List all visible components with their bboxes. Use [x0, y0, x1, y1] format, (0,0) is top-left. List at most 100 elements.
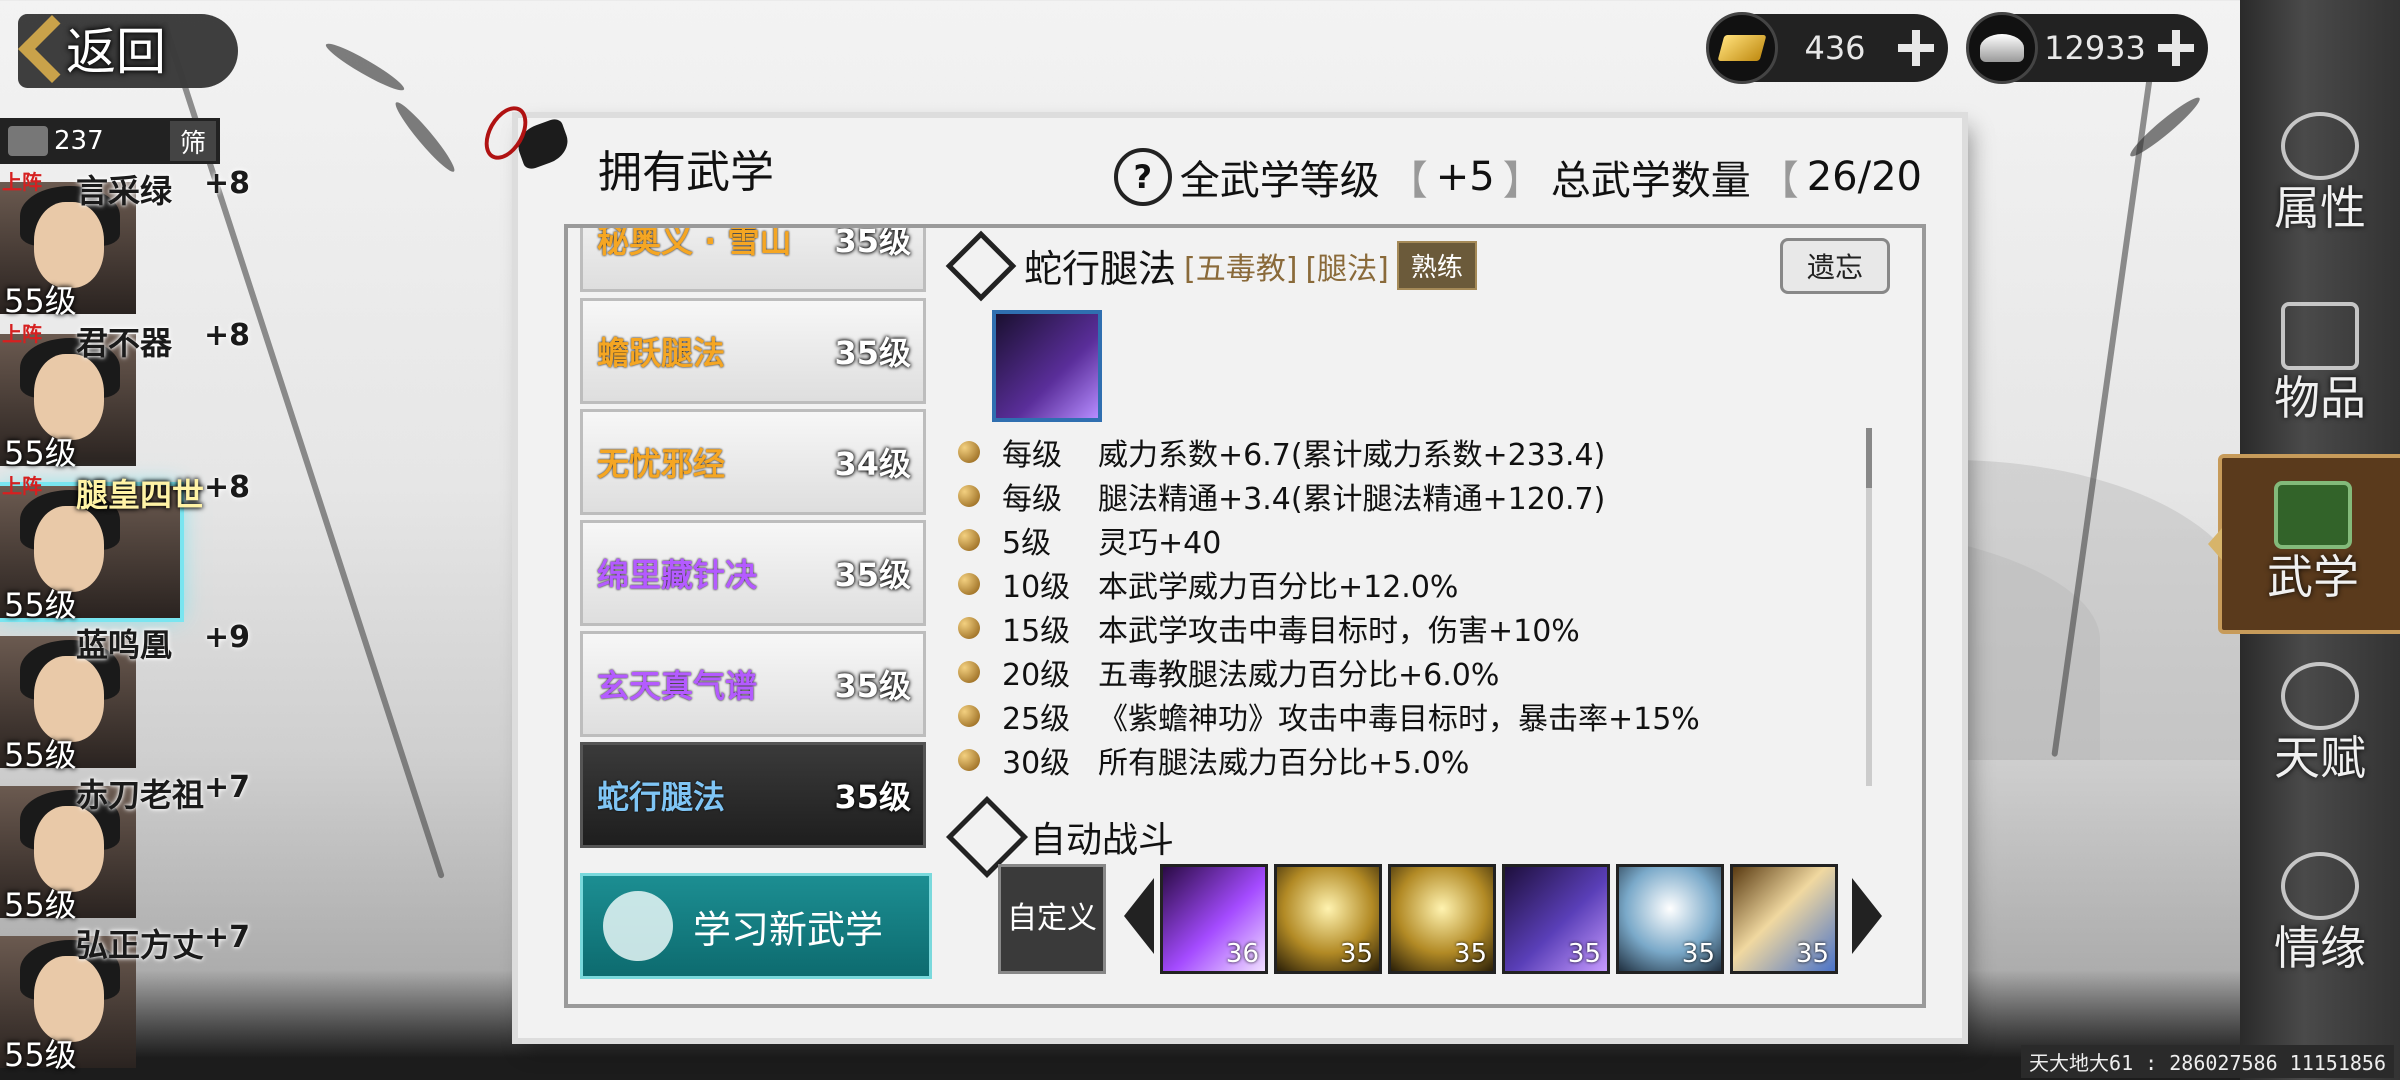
effect-level: 每级 — [1002, 482, 1062, 517]
skill-list-item[interactable]: 玄天真气谱 35级 — [580, 631, 926, 737]
hero-card[interactable]: 上阵 君不器 +8 55级 — [0, 318, 280, 472]
hero-level: 55级 — [4, 434, 77, 472]
customize-button[interactable]: 自定义 — [998, 864, 1106, 974]
nav-relations[interactable]: 情缘 — [2240, 840, 2400, 990]
auto-battle-title: 自动战斗 — [1030, 820, 1175, 861]
hero-count: 237 — [54, 126, 104, 156]
bullet-icon — [958, 749, 980, 771]
auto-skill-slot[interactable]: 35 — [1502, 864, 1610, 974]
auto-skill-slot[interactable]: 35 — [1730, 864, 1838, 974]
bullet-icon — [958, 529, 980, 551]
bullet-icon — [958, 661, 980, 683]
help-icon[interactable]: ? — [1113, 148, 1172, 206]
forget-skill-button[interactable]: 遗忘 — [1780, 238, 1890, 294]
skill-name: 蟾跃腿法 — [597, 334, 726, 372]
hero-card[interactable]: 弘正方丈 +7 55级 — [0, 920, 280, 1074]
effect-row: 25级 《紫蟾神功》攻击中毒目标时，暴击率+15% — [958, 694, 1878, 738]
skill-list[interactable]: 秘奥义 · 雪山 35级 蟾跃腿法 35级 无忧邪经 34级 绵里藏针决 35级… — [580, 228, 926, 868]
arrow-right-icon[interactable] — [1852, 878, 1882, 954]
effect-text: 五毒教腿法威力百分比+6.0% — [1098, 658, 1500, 693]
slot-level: 35 — [1795, 939, 1829, 969]
effect-row: 每级 腿法精通+3.4(累计腿法精通+120.7) — [958, 474, 1878, 518]
slot-level: 35 — [1681, 939, 1715, 969]
martial-arts-panel: 拥有武学 ? 全武学等级 【 +5 】 总武学数量 【 26/20 秘奥义 · … — [518, 118, 1962, 1038]
gold-value: 436 — [1804, 29, 1866, 67]
effect-text: 本武学攻击中毒目标时，伤害+10% — [1098, 614, 1580, 649]
proficiency-badge: 熟练 — [1396, 241, 1477, 290]
gold-currency: 436 — [1706, 12, 1948, 84]
nav-talents[interactable]: 天赋 — [2240, 650, 2400, 800]
effect-text: 威力系数+6.7(累计威力系数+233.4) — [1098, 438, 1606, 473]
nav-label: 武学 — [2267, 550, 2359, 604]
skill-effects-list[interactable]: 每级 威力系数+6.7(累计威力系数+233.4) 每级 腿法精通+3.4(累计腿法… — [958, 430, 1878, 782]
filter-button[interactable]: 筛 — [170, 121, 216, 161]
skill-list-item[interactable]: 无忧邪经 34级 — [580, 409, 926, 515]
add-gold-button[interactable] — [1892, 24, 1940, 72]
nav-label: 物品 — [2274, 371, 2366, 425]
effect-text: 本武学威力百分比+12.0% — [1098, 570, 1459, 605]
hero-status: 上阵 — [2, 322, 42, 346]
hero-card-selected[interactable]: 上阵 腿皇四世 +8 55级 — [0, 470, 280, 624]
hero-bonus: +7 — [204, 920, 251, 955]
player-id-watermark: 天大地大61 : 286027586 11151856 — [2021, 1045, 2394, 1078]
skill-name: 蛇行腿法 — [597, 778, 726, 816]
silver-value: 12933 — [2044, 29, 2146, 67]
skill-list-item[interactable]: 蟾跃腿法 35级 — [580, 298, 926, 404]
skill-list-item[interactable]: 绵里藏针决 35级 — [580, 520, 926, 626]
bullet-icon — [958, 617, 980, 639]
bracket-right: 】 — [1502, 158, 1543, 204]
skill-name: 玄天真气谱 — [597, 667, 758, 705]
diamond-icon — [945, 230, 1017, 301]
hero-name: 腿皇四世 — [76, 476, 205, 514]
hero-list-header: 237 筛 — [0, 118, 220, 164]
back-button[interactable]: 返回 — [18, 6, 238, 90]
effect-level: 15级 — [1002, 614, 1071, 649]
hero-count-icon — [8, 126, 48, 156]
skill-sect-tag: [五毒教] — [1184, 251, 1298, 287]
effect-text: 《紫蟾神功》攻击中毒目标时，暴击率+15% — [1098, 702, 1700, 737]
hero-status: 上阵 — [2, 474, 42, 498]
hero-level: 55级 — [4, 282, 77, 320]
slot-level: 35 — [1453, 939, 1487, 969]
effect-row: 20级 五毒教腿法威力百分比+6.0% — [958, 650, 1878, 694]
snake-kick-skill-icon — [992, 310, 1102, 422]
auto-skill-slot[interactable]: 35 — [1388, 864, 1496, 974]
nav-items[interactable]: 物品 — [2240, 290, 2400, 440]
total-skill-count-label: 总武学数量 — [1550, 158, 1751, 204]
background-leaf — [322, 38, 408, 96]
learn-new-skill-label: 学习新武学 — [693, 907, 884, 952]
hero-card[interactable]: 赤刀老祖 +7 55级 — [0, 770, 280, 924]
hero-card[interactable]: 蓝鸣凰 +9 55级 — [0, 620, 280, 774]
hero-status: 上阵 — [2, 170, 42, 194]
nav-attributes[interactable]: 属性 — [2240, 100, 2400, 250]
skill-list-item[interactable]: 秘奥义 · 雪山 35级 — [580, 228, 926, 292]
add-silver-button[interactable] — [2152, 24, 2200, 72]
effect-level: 25级 — [1002, 702, 1071, 737]
all-skill-level-value: +5 — [1435, 154, 1495, 200]
hero-name: 言采绿 — [76, 172, 173, 210]
effect-row: 每级 威力系数+6.7(累计威力系数+233.4) — [958, 430, 1878, 474]
slot-level: 35 — [1339, 939, 1373, 969]
arrow-left-icon[interactable] — [1124, 878, 1154, 954]
auto-skill-slot[interactable]: 35 — [1616, 864, 1724, 974]
skill-level: 35级 — [834, 228, 911, 260]
bullet-icon — [958, 705, 980, 727]
effect-level: 5级 — [1002, 526, 1052, 561]
skill-name: 无忧邪经 — [597, 445, 726, 483]
effect-row: 5级 灵巧+40 — [958, 518, 1878, 562]
nav-label: 属性 — [2274, 181, 2366, 235]
silver-currency: 12933 — [1966, 12, 2208, 84]
nav-martial-arts[interactable]: 武学 — [2208, 454, 2400, 634]
ink-brush-icon — [488, 104, 578, 184]
auto-skill-slot[interactable]: 35 — [1274, 864, 1382, 974]
skill-list-item-selected[interactable]: 蛇行腿法 35级 — [580, 742, 926, 848]
skill-level: 35级 — [834, 667, 911, 705]
skill-title: 蛇行腿法 — [1024, 247, 1177, 291]
effects-scrollbar[interactable] — [1866, 428, 1872, 786]
skill-level: 35级 — [834, 556, 911, 594]
auto-skill-slot[interactable]: 36 — [1160, 864, 1268, 974]
talent-tree-icon — [2281, 662, 2359, 730]
hero-card[interactable]: 上阵 言采绿 +8 55级 — [0, 166, 280, 320]
learn-new-skill-button[interactable]: 学习新武学 — [580, 873, 932, 979]
all-skill-level-label: 全武学等级 — [1179, 158, 1380, 204]
